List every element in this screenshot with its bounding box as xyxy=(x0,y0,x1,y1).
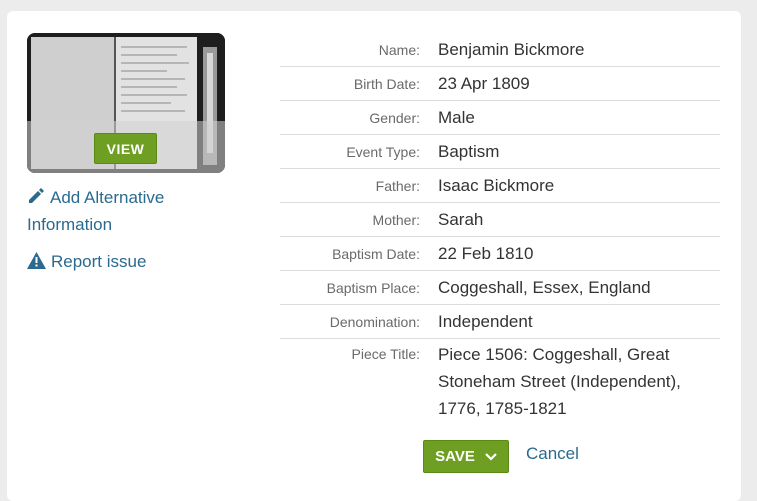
add-alternative-info-link[interactable]: Add Alternative Information xyxy=(27,184,217,238)
detail-row-piece-title: Piece Title: Piece 1506: Coggeshall, Gre… xyxy=(280,339,720,422)
chevron-down-icon[interactable] xyxy=(485,452,497,461)
detail-label: Event Type: xyxy=(346,143,420,160)
detail-label: Name: xyxy=(378,41,420,58)
report-issue-label: Report issue xyxy=(51,252,147,271)
detail-value: Male xyxy=(438,107,475,127)
detail-row-baptism-date: Baptism Date: 22 Feb 1810 xyxy=(280,237,720,271)
record-details-table: Name: Benjamin Bickmore Birth Date: 23 A… xyxy=(280,33,720,422)
detail-value: Benjamin Bickmore xyxy=(438,39,585,59)
detail-row-father: Father: Isaac Bickmore xyxy=(280,169,720,203)
detail-row-denomination: Denomination: Independent xyxy=(280,305,720,339)
detail-row-baptism-place: Baptism Place: Coggeshall, Essex, Englan… xyxy=(280,271,720,305)
detail-row-name: Name: Benjamin Bickmore xyxy=(280,33,720,67)
add-alternative-info-label: Add Alternative Information xyxy=(27,188,165,234)
detail-value: 23 Apr 1809 xyxy=(438,73,530,93)
warning-icon xyxy=(27,252,46,269)
detail-value: Independent xyxy=(438,311,533,331)
detail-row-birth-date: Birth Date: 23 Apr 1809 xyxy=(280,67,720,101)
detail-row-event-type: Event Type: Baptism xyxy=(280,135,720,169)
record-card: VIEW Add Alternative Information Report … xyxy=(7,11,741,501)
view-image-button[interactable]: VIEW xyxy=(94,133,157,164)
detail-label: Father: xyxy=(375,177,420,194)
detail-value: 22 Feb 1810 xyxy=(438,243,534,263)
detail-label: Gender: xyxy=(369,109,420,126)
detail-label: Baptism Date: xyxy=(332,245,420,262)
detail-row-mother: Mother: Sarah xyxy=(280,203,720,237)
detail-label: Mother: xyxy=(372,211,420,228)
detail-value: Coggeshall, Essex, England xyxy=(438,277,651,297)
detail-label: Baptism Place: xyxy=(326,279,420,296)
save-button-label: SAVE xyxy=(435,448,475,465)
save-button[interactable]: SAVE xyxy=(423,440,509,473)
record-image-thumbnail[interactable]: VIEW xyxy=(27,33,225,173)
detail-label: Piece Title: xyxy=(351,346,420,362)
detail-value: Piece 1506: Coggeshall, Great Stoneham S… xyxy=(438,345,681,418)
cancel-link[interactable]: Cancel xyxy=(526,444,579,464)
detail-value: Sarah xyxy=(438,209,484,229)
detail-row-gender: Gender: Male xyxy=(280,101,720,135)
detail-value: Baptism xyxy=(438,141,500,161)
detail-label: Birth Date: xyxy=(353,75,420,92)
report-issue-link[interactable]: Report issue xyxy=(27,248,146,275)
detail-value: Isaac Bickmore xyxy=(438,175,555,195)
pencil-icon xyxy=(29,188,44,203)
detail-label: Denomination: xyxy=(329,313,420,330)
